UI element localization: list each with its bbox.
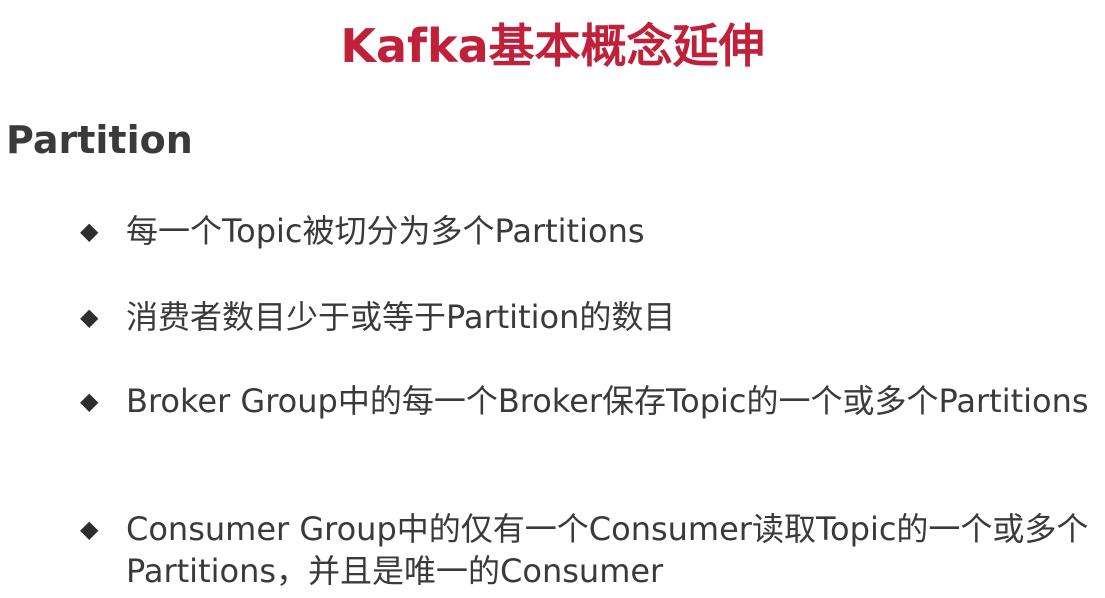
bullet-item: ◆ 消费者数目少于或等于Partition的数目 (80, 296, 1090, 338)
slide: Kafka基本概念延伸 Partition ◆ 每一个Topic被切分为多个Pa… (0, 0, 1105, 598)
diamond-bullet-icon: ◆ (80, 217, 99, 245)
diamond-bullet-icon: ◆ (80, 387, 99, 415)
bullet-text: 每一个Topic被切分为多个Partitions (126, 212, 645, 250)
bullet-text: Consumer Group中的仅有一个Consumer读取Topic的一个或多… (126, 510, 1089, 590)
diamond-bullet-icon: ◆ (80, 515, 99, 543)
diamond-bullet-icon: ◆ (80, 303, 99, 331)
bullet-text: Broker Group中的每一个Broker保存Topic的一个或多个Part… (126, 382, 1089, 420)
bullet-list: ◆ 每一个Topic被切分为多个Partitions ◆ 消费者数目少于或等于P… (0, 0, 1105, 598)
bullet-item: ◆ Consumer Group中的仅有一个Consumer读取Topic的一个… (80, 508, 1090, 592)
bullet-text: 消费者数目少于或等于Partition的数目 (126, 298, 676, 336)
bullet-item: ◆ 每一个Topic被切分为多个Partitions (80, 210, 1090, 252)
bullet-item: ◆ Broker Group中的每一个Broker保存Topic的一个或多个Pa… (80, 380, 1090, 422)
